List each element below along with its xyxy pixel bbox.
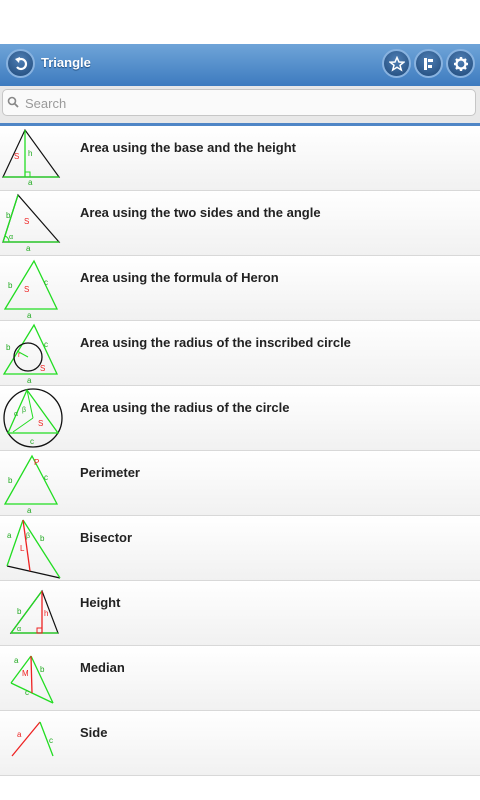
thumb-label: a	[27, 376, 32, 385]
thumb-label: P	[34, 458, 39, 467]
back-icon	[14, 56, 27, 70]
list-item[interactable]: P b c a Perimeter	[0, 451, 480, 516]
list-item[interactable]: α β S c Area using the radius of the cir…	[0, 386, 480, 451]
app-header: Triangle	[0, 44, 480, 87]
list-item[interactable]: S b α a Area using the two sides and the…	[0, 191, 480, 256]
thumb-label: L	[20, 544, 25, 553]
back-button[interactable]	[6, 49, 35, 78]
thumb-label: a	[14, 656, 19, 665]
triangle-base-height-icon: S h a	[2, 128, 61, 187]
thumb-label: b	[8, 281, 13, 290]
thumb-label: a	[27, 506, 32, 515]
thumb-label: α	[9, 234, 13, 241]
triangle-circumscribed-circle-icon: α β S c	[3, 388, 63, 448]
triangle-median-icon: a b M c	[10, 655, 54, 704]
list-item[interactable]: h b α Height	[0, 581, 480, 646]
thumb-label: S	[14, 152, 19, 161]
thumb-label: c	[30, 437, 34, 446]
thumb-label: α	[14, 411, 18, 418]
thumb-label: c	[44, 340, 48, 349]
gear-icon	[453, 56, 468, 71]
thumb-label: S	[38, 419, 43, 428]
page-title: Triangle	[41, 55, 91, 70]
triangle-height-icon: h b α	[9, 589, 59, 634]
thumb-label: h	[44, 609, 48, 618]
thumb-label: a	[7, 531, 12, 540]
search-input[interactable]	[23, 93, 467, 114]
triangle-perimeter-icon: P b c a	[3, 454, 59, 515]
thumb-label: S	[24, 285, 29, 294]
topic-list: S h a Area using the base and the height…	[0, 126, 480, 776]
list-item[interactable]: S b c a Area using the formula of Heron	[0, 256, 480, 321]
search-bar	[0, 86, 480, 125]
thumb-label: b	[40, 534, 45, 543]
thumb-label: b	[8, 476, 13, 485]
thumb-label: b	[40, 665, 45, 674]
search-box	[2, 89, 476, 116]
item-label: Bisector	[80, 530, 133, 545]
list-item[interactable]: a b M c Median	[0, 646, 480, 711]
list-item[interactable]: a c Side	[0, 711, 480, 776]
triangle-inscribed-circle-icon: r S b c a	[2, 323, 59, 385]
thumb-label: c	[49, 736, 53, 745]
thumb-label: b	[17, 607, 22, 616]
thumb-label: β	[26, 533, 30, 540]
thumb-label: a	[28, 178, 33, 187]
list-item[interactable]: S h a Area using the base and the height	[0, 126, 480, 191]
thumb-label: a	[17, 730, 22, 739]
item-label: Area using the base and the height	[80, 140, 296, 155]
settings-button[interactable]	[446, 49, 475, 78]
list-item[interactable]: r S b c a Area using the radius of the i…	[0, 321, 480, 386]
item-label: Perimeter	[80, 465, 140, 480]
favorites-button[interactable]	[382, 49, 411, 78]
thumb-label: h	[28, 149, 32, 158]
triangle-bisector-icon: a b β L	[6, 519, 61, 579]
menu-button[interactable]	[414, 49, 443, 78]
thumb-label: a	[26, 244, 31, 253]
item-label: Area using the formula of Heron	[80, 270, 279, 285]
thumb-label: β	[22, 407, 26, 414]
thumb-label: b	[6, 211, 11, 220]
thumb-label: b	[6, 343, 11, 352]
thumb-label: α	[17, 626, 21, 633]
thumb-label: c	[44, 278, 48, 287]
thumb-label: S	[40, 364, 45, 373]
thumb-label: a	[27, 311, 32, 320]
item-label: Height	[80, 595, 121, 610]
thumb-label: S	[24, 217, 29, 226]
triangle-side-icon: a c	[11, 721, 54, 757]
search-icon	[7, 96, 19, 108]
list-item[interactable]: a b β L Bisector	[0, 516, 480, 581]
thumb-label: c	[25, 688, 29, 697]
item-label: Area using the radius of the circle	[80, 400, 290, 415]
triangle-two-sides-angle-icon: S b α a	[2, 193, 61, 253]
triangle-heron-icon: S b c a	[3, 259, 59, 320]
thumb-label: c	[44, 473, 48, 482]
star-icon	[388, 55, 405, 72]
item-label: Area using the radius of the inscribed c…	[80, 335, 351, 350]
thumb-label: M	[22, 669, 29, 678]
item-label: Side	[80, 725, 108, 740]
list-icon	[423, 57, 433, 70]
item-label: Area using the two sides and the angle	[80, 205, 321, 220]
item-label: Median	[80, 660, 125, 675]
